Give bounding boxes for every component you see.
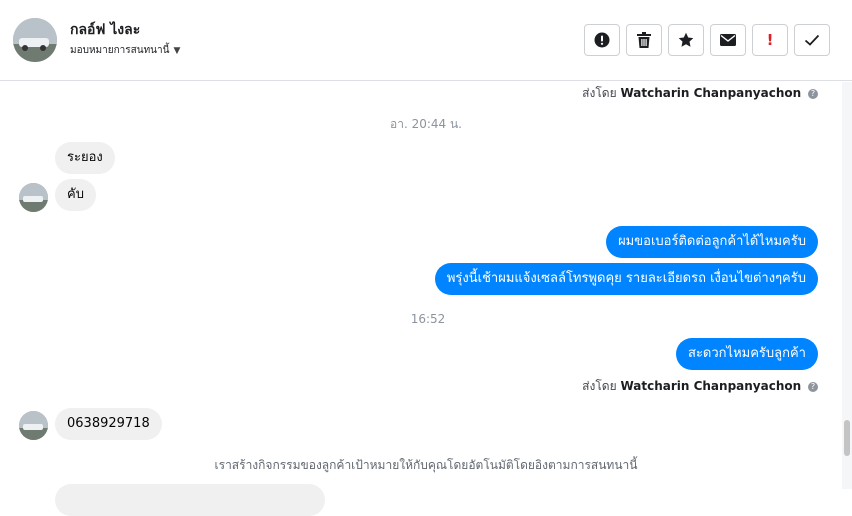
star-button[interactable] [668,24,704,56]
contact-avatar-small[interactable] [19,183,48,212]
outgoing-message[interactable]: พรุ่งนี้เช้าผมแจ้งเซลล์โทรพูดคุย รายละเอ… [434,263,818,295]
scrollbar-thumb[interactable] [844,420,850,456]
question-icon[interactable]: ? [808,381,818,392]
incoming-message[interactable]: 0638929718 [55,408,162,440]
caret-down-icon: ▼ [173,46,181,56]
sent-by-prefix: ส่งโดย [582,379,617,393]
sender-name: Watcharin Chanpanyachon [620,86,802,100]
contact-name[interactable]: กลอ์ฟ ไงละ [70,19,140,41]
sent-by-label: ส่งโดย Watcharin Chanpanyachon ? [582,377,818,396]
sender-name: Watcharin Chanpanyachon [620,379,802,393]
spam-button[interactable] [584,24,620,56]
assign-conversation[interactable]: มอบหมายการสนทนานี้ ▼ [70,43,180,58]
mark-unread-button[interactable] [710,24,746,56]
trash-icon [637,32,651,48]
alert-circle-icon [594,32,610,48]
sent-by-prefix: ส่งโดย [582,86,617,100]
sent-by-label: ส่งโดย Watcharin Chanpanyachon ? [582,84,818,103]
exclamation-icon: ! [766,31,774,49]
conversation-header: กลอ์ฟ ไงละ มอบหมายการสนทนานี้ ▼ ! [0,0,852,81]
question-icon[interactable]: ? [808,88,818,99]
contact-avatar-small[interactable] [19,411,48,440]
check-icon [804,34,820,46]
incoming-message[interactable]: คับ [55,179,96,211]
important-button[interactable]: ! [752,24,788,56]
outgoing-message[interactable]: ผมขอเบอร์ติดต่อลูกค้าได้ไหมครับ [606,226,818,258]
timestamp: อา. 20:44 น. [390,117,462,131]
timestamp: 16:52 [410,312,446,326]
envelope-icon [720,34,736,46]
done-button[interactable] [794,24,830,56]
conversation-toolbar: ! [584,24,830,56]
delete-button[interactable] [626,24,662,56]
system-notice: เราสร้างกิจกรรมของลูกค้าเป้าหมายให้กับคุ… [214,458,638,472]
star-icon [678,32,694,48]
incoming-message[interactable]: ระยอง [55,142,115,174]
outgoing-message[interactable]: สะดวกไหมครับลูกค้า [676,338,818,370]
contact-avatar[interactable] [13,18,57,62]
assign-label: มอบหมายการสนทนานี้ [70,45,170,56]
